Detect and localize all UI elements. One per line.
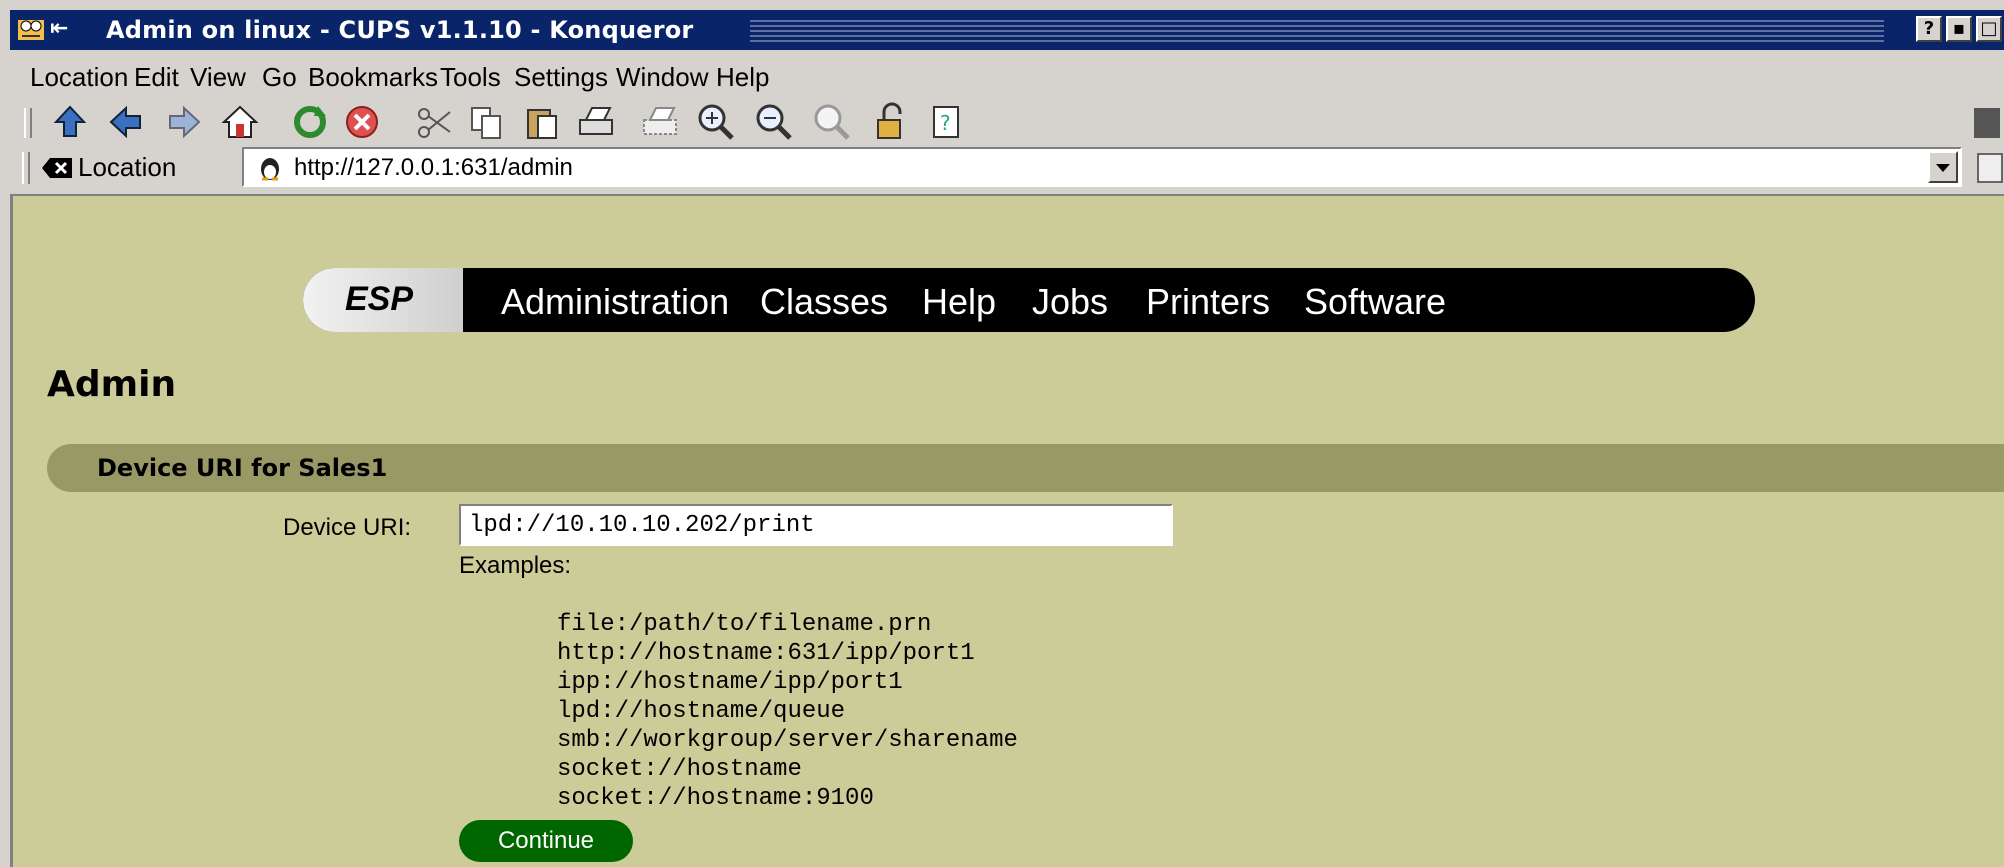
konqueror-app-icon[interactable]	[16, 14, 46, 44]
window-title: Admin on linux - CUPS v1.1.10 - Konquero…	[106, 16, 694, 44]
stop-icon[interactable]	[336, 96, 388, 148]
nav-printers[interactable]: Printers	[1146, 281, 1270, 323]
throbber-icon	[1966, 96, 2004, 148]
url-dropdown-button[interactable]	[1928, 151, 1958, 183]
section-header: Device URI for Sales1	[47, 444, 2004, 492]
nav-jobs[interactable]: Jobs	[1032, 281, 1108, 323]
continue-button[interactable]: Continue	[459, 820, 633, 862]
go-icon[interactable]	[1974, 150, 2004, 184]
menu-view[interactable]: View	[190, 62, 246, 93]
menu-window[interactable]: Window	[616, 62, 708, 93]
esp-logo-text: ESP	[345, 280, 414, 318]
examples-list: file:/path/to/filename.prn http://hostna…	[557, 610, 1018, 813]
example-item: ipp://hostname/ipp/port1	[557, 669, 903, 696]
menu-bookmarks[interactable]: Bookmarks	[308, 62, 438, 93]
cups-navbar: ESP Administration Classes Help Jobs Pri…	[303, 268, 1755, 332]
forward-icon[interactable]	[158, 96, 210, 148]
page-title: Admin	[47, 364, 177, 405]
lock-icon[interactable]	[864, 96, 916, 148]
example-item: file:/path/to/filename.prn	[557, 611, 932, 638]
menu-edit[interactable]: Edit	[134, 62, 179, 93]
location-handle[interactable]	[22, 152, 30, 184]
zoom-reset-icon[interactable]	[806, 96, 858, 148]
tux-icon	[261, 158, 279, 181]
copy-icon[interactable]	[460, 96, 512, 148]
esp-logo[interactable]: ESP	[303, 268, 463, 332]
titlebar-stripes	[750, 18, 1884, 42]
location-bar: Location http://127.0.0.1:631/admin	[10, 142, 2004, 196]
konqueror-window: ⇤ Admin on linux - CUPS v1.1.10 - Konque…	[0, 0, 2004, 867]
back-icon[interactable]	[100, 96, 152, 148]
minimize-button[interactable]: ▪	[1946, 16, 1972, 42]
print-frame-icon[interactable]	[634, 96, 686, 148]
examples-label: Examples:	[459, 552, 572, 579]
section-title: Device URI for Sales1	[97, 454, 388, 482]
zoom-in-icon[interactable]	[690, 96, 742, 148]
chevron-down-icon	[1936, 164, 1950, 172]
device-uri-label: Device URI:	[283, 514, 412, 541]
example-item: lpd://hostname/queue	[557, 698, 846, 725]
nav-classes[interactable]: Classes	[760, 281, 888, 323]
example-item: socket://hostname:9100	[557, 785, 874, 812]
menu-location[interactable]: Location	[30, 62, 128, 93]
help-window-button[interactable]: ?	[1916, 16, 1942, 42]
reload-icon[interactable]	[284, 96, 336, 148]
menu-go[interactable]: Go	[262, 62, 297, 93]
nav-administration[interactable]: Administration	[501, 281, 729, 323]
up-icon[interactable]	[44, 96, 96, 148]
toolbar-handle[interactable]	[24, 108, 32, 138]
maximize-button[interactable]: □	[1976, 16, 2002, 42]
svg-text:?: ?	[940, 111, 951, 135]
url-input[interactable]: http://127.0.0.1:631/admin	[242, 147, 1962, 187]
sticky-pin-icon[interactable]: ⇤	[50, 16, 68, 41]
menu-settings[interactable]: Settings	[514, 62, 608, 93]
nav-help[interactable]: Help	[922, 281, 996, 323]
title-bar[interactable]: ⇤ Admin on linux - CUPS v1.1.10 - Konque…	[10, 10, 2004, 50]
web-page: ESP Administration Classes Help Jobs Pri…	[10, 196, 2004, 867]
clear-location-icon[interactable]	[40, 156, 74, 180]
url-text: http://127.0.0.1:631/admin	[294, 154, 573, 181]
menu-help[interactable]: Help	[716, 62, 769, 93]
help-icon[interactable]: ?	[920, 96, 972, 148]
example-item: http://hostname:631/ipp/port1	[557, 640, 975, 667]
example-item: smb://workgroup/server/sharename	[557, 727, 1018, 754]
nav-software[interactable]: Software	[1304, 281, 1446, 323]
paste-icon[interactable]	[516, 96, 568, 148]
zoom-out-icon[interactable]	[748, 96, 800, 148]
print-icon[interactable]	[570, 96, 622, 148]
home-icon[interactable]	[214, 96, 266, 148]
example-item: socket://hostname	[557, 756, 802, 783]
device-uri-input[interactable]	[459, 504, 1173, 546]
location-label: Location	[78, 152, 177, 182]
menu-tools[interactable]: Tools	[440, 62, 501, 93]
cut-icon[interactable]	[408, 96, 460, 148]
